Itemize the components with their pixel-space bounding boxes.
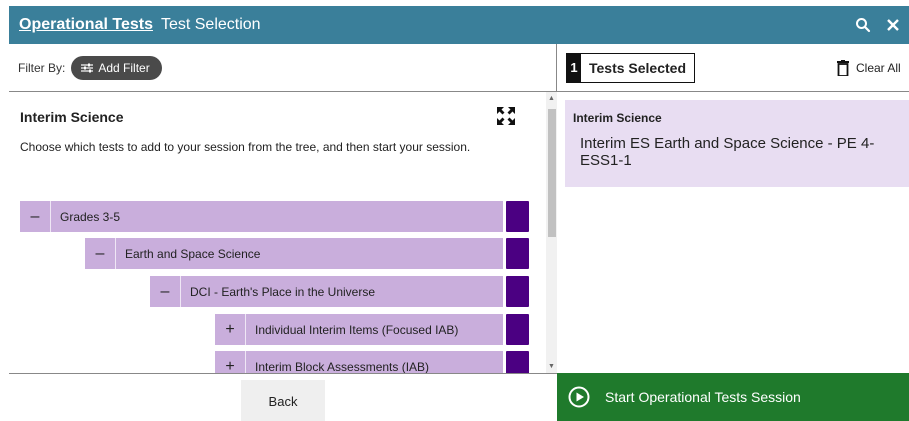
back-button[interactable]: Back (241, 380, 325, 421)
selected-count-box: 1 Tests Selected (566, 52, 696, 83)
play-circle-icon (568, 386, 590, 408)
tree-row-label: DCI - Earth's Place in the Universe (190, 284, 376, 299)
selected-test-name: Interim ES Earth and Space Science - PE … (580, 135, 875, 169)
tree-row-label: Grades 3-5 (60, 209, 121, 224)
scrollbar-thumb[interactable] (548, 109, 556, 237)
tree-description: Choose which tests to add to your sessio… (20, 140, 471, 154)
header-actions (853, 15, 909, 35)
tree-row-label: Individual Interim Items (Focused IAB) (255, 322, 459, 337)
tree-row-label: Interim Block Assessments (IAB) (255, 359, 430, 374)
tree-row-iab[interactable]: + Interim Block Assessments (IAB) (215, 351, 529, 373)
collapse-toggle[interactable]: – (150, 283, 180, 301)
add-filter-button[interactable]: Add Filter (71, 55, 162, 80)
tree-row-dci[interactable]: – DCI - Earth's Place in the Universe (150, 276, 529, 307)
selected-tests-panel: 1 Tests Selected Clear All Interim Scien… (557, 44, 909, 421)
selected-header: 1 Tests Selected Clear All (557, 44, 909, 92)
tree-row-label: Earth and Space Science (125, 246, 261, 261)
scroll-up-icon[interactable]: ▲ (548, 95, 555, 103)
row-select-handle[interactable] (506, 201, 529, 232)
left-footer: Back (9, 373, 557, 421)
close-icon[interactable] (883, 15, 903, 35)
row-select-handle[interactable] (506, 238, 529, 269)
expand-toggle[interactable]: + (215, 321, 245, 339)
tree-scroll-area[interactable]: Interim Science Choose which tests to ad… (9, 92, 557, 373)
tree-scrollbar[interactable]: ▲ ▼ (546, 92, 557, 373)
tree-row-focused-iab[interactable]: + Individual Interim Items (Focused IAB) (215, 314, 529, 345)
scroll-down-icon[interactable]: ▼ (548, 363, 555, 371)
filter-sliders-icon (81, 63, 94, 72)
clear-all-button[interactable]: Clear All (837, 59, 909, 76)
page-title: Test Selection (160, 16, 261, 33)
selected-test-category: Interim Science (573, 111, 662, 125)
row-select-handle[interactable] (506, 276, 529, 307)
filter-bar: Filter By: Add Filter (9, 44, 556, 92)
breadcrumb-link[interactable]: Operational Tests (19, 16, 153, 34)
selected-test-card[interactable]: Interim Science Interim ES Earth and Spa… (565, 100, 909, 187)
clear-all-label: Clear All (856, 60, 901, 75)
tree-row-subject[interactable]: – Earth and Space Science (85, 238, 529, 269)
expand-icon[interactable] (495, 105, 517, 127)
search-icon[interactable] (853, 15, 873, 35)
test-tree-panel: Filter By: Add Filter Interim Science Ch… (9, 44, 557, 421)
add-filter-label: Add Filter (98, 60, 150, 75)
start-session-label: Start Operational Tests Session (605, 389, 801, 405)
filter-by-label: Filter By: (18, 60, 66, 75)
row-select-handle[interactable] (506, 314, 529, 345)
row-select-handle[interactable] (506, 351, 529, 373)
tree-row-grades[interactable]: – Grades 3-5 (20, 201, 529, 232)
title-bar: Operational Tests Test Selection (9, 6, 909, 44)
trash-icon (837, 59, 849, 76)
expand-toggle[interactable]: + (215, 358, 245, 374)
selected-title: Tests Selected (589, 59, 687, 76)
start-session-button[interactable]: Start Operational Tests Session (557, 373, 909, 421)
collapse-toggle[interactable]: – (85, 245, 115, 263)
tree-heading: Interim Science (20, 109, 124, 125)
selected-count-badge: 1 (567, 53, 581, 82)
collapse-toggle[interactable]: – (20, 208, 50, 226)
